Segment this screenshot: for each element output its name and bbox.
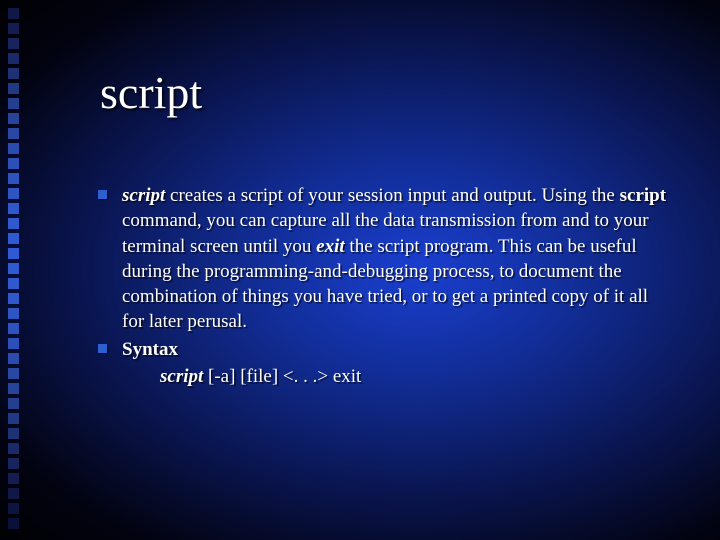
exit-keyword: exit	[316, 236, 345, 257]
deco-square	[8, 413, 19, 424]
deco-square	[8, 473, 19, 484]
deco-square	[8, 218, 19, 229]
deco-square	[8, 518, 19, 529]
deco-square	[8, 308, 19, 319]
deco-square	[8, 428, 19, 439]
deco-square	[8, 278, 19, 289]
deco-square	[8, 233, 19, 244]
deco-square	[8, 158, 19, 169]
deco-square	[8, 98, 19, 109]
decoration-column	[0, 0, 36, 540]
deco-square	[8, 38, 19, 49]
syntax-label: Syntax	[122, 339, 178, 360]
deco-square	[8, 398, 19, 409]
syntax-line: script [-a] [file] <. . .> exit	[122, 364, 667, 389]
slide-title: script	[100, 66, 202, 119]
content-area: script creates a script of your session …	[122, 183, 667, 391]
bullet-item: script creates a script of your session …	[122, 183, 667, 335]
deco-square	[8, 338, 19, 349]
command-name: script	[160, 366, 203, 387]
deco-square	[8, 83, 19, 94]
body-text: creates a script of your session input a…	[165, 185, 619, 206]
command-name: script	[620, 185, 666, 206]
deco-square	[8, 353, 19, 364]
command-name: script	[122, 185, 165, 206]
deco-square	[8, 8, 19, 19]
bullet-icon	[98, 344, 107, 353]
deco-square	[8, 293, 19, 304]
bullet-item: Syntax script [-a] [file] <. . .> exit	[122, 337, 667, 390]
deco-square	[8, 53, 19, 64]
slide: script script creates a script of your s…	[0, 0, 720, 540]
deco-square	[8, 248, 19, 259]
deco-square	[8, 68, 19, 79]
deco-square	[8, 368, 19, 379]
deco-square	[8, 263, 19, 274]
deco-square	[8, 23, 19, 34]
deco-square	[8, 143, 19, 154]
deco-square	[8, 188, 19, 199]
deco-square	[8, 443, 19, 454]
deco-square	[8, 383, 19, 394]
syntax-args: [-a] [file] <. . .> exit	[203, 366, 361, 387]
bullet-icon	[98, 190, 107, 199]
deco-square	[8, 173, 19, 184]
deco-square	[8, 203, 19, 214]
deco-square	[8, 323, 19, 334]
deco-square	[8, 128, 19, 139]
deco-square	[8, 488, 19, 499]
deco-square	[8, 503, 19, 514]
deco-square	[8, 113, 19, 124]
deco-square	[8, 458, 19, 469]
